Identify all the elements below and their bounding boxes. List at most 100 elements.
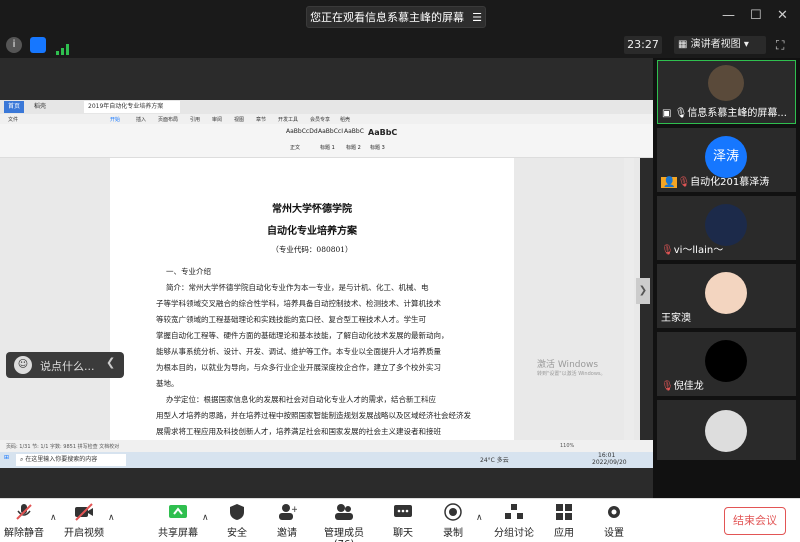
screen-share-icon: ▣ (662, 108, 675, 119)
breakout-button[interactable]: 分组讨论 (492, 503, 536, 539)
doc-section-heading: 一、专业介绍 (166, 267, 211, 276)
chevron-up-icon[interactable]: ∧ (202, 513, 209, 523)
avatar (705, 340, 747, 382)
participant-tile[interactable]: 🎙vi～llain～ (657, 196, 796, 260)
participant-tile[interactable]: 王家澳 (657, 264, 796, 328)
info-icon[interactable]: i (6, 37, 22, 53)
meeting-timer: 23:27 (624, 36, 662, 54)
status-info: 页码: 1/31 节: 1/1 字数: 9851 拼写检查 文档校对 (6, 444, 120, 450)
minimize-icon[interactable]: — (722, 8, 735, 23)
video-off-icon (74, 503, 94, 521)
mic-muted-icon: 🎙 (677, 177, 691, 188)
chat-quick-input[interactable]: ☺ 说点什么... ❮ (6, 352, 124, 378)
add-user-icon: + (277, 503, 299, 521)
tab-home[interactable]: 首页 (4, 101, 25, 113)
menu-docer[interactable]: 稻壳 (340, 116, 350, 123)
clock-date: 2022/09/20 (592, 459, 627, 466)
menu-member[interactable]: 会员专享 (310, 116, 330, 123)
chevron-up-icon[interactable]: ∧ (476, 513, 483, 523)
document-page[interactable]: 常州大学怀德学院 自动化专业培养方案 （专业代码：080801） 一、专业介绍 … (110, 158, 514, 440)
chat-button[interactable]: 聊天 (388, 503, 418, 539)
chevron-left-icon[interactable]: ❮ (106, 356, 115, 369)
chevron-down-icon: ▾ (740, 39, 749, 50)
taskbar-search[interactable]: ⌕ 在这里输入你要搜索的内容 (16, 454, 126, 466)
style-h1[interactable]: AaBbCcI (318, 128, 343, 135)
menu-reference[interactable]: 引用 (190, 116, 200, 123)
maximize-icon[interactable]: ☐ (750, 8, 762, 23)
vertical-scrollbar[interactable] (624, 158, 634, 440)
wps-status-bar: 页码: 1/31 节: 1/1 字数: 9851 拼写检查 文档校对 110% (0, 440, 653, 452)
shared-screen: 首页 稻壳 2019年自动化专业培养方案 文件 开始 插入 页面布局 引用 审阅… (0, 58, 653, 498)
breakout-icon (504, 503, 524, 521)
participant-tile[interactable]: 🎙倪佳龙 (657, 332, 796, 396)
menu-view[interactable]: 视图 (234, 116, 244, 123)
share-banner[interactable]: 您正在观看信息系慕主峰的屏幕 ☰ (306, 6, 486, 28)
apps-icon (554, 503, 574, 521)
participant-name: ▣ 🎙信息系慕主峰的屏幕... (662, 108, 787, 119)
style-h3[interactable]: AaBbC (368, 128, 397, 137)
speaker-view-button[interactable]: ▦ 演讲者视图 ▾ (674, 36, 766, 54)
style-h2[interactable]: AaBbC (344, 128, 364, 135)
mic-muted-icon: 🎙 (661, 245, 674, 256)
tab-docer[interactable]: 稻壳 (30, 101, 50, 113)
emoji-icon[interactable]: ☺ (14, 356, 32, 374)
panel-collapse-button[interactable]: ❯ (636, 278, 650, 304)
meeting-toolbar: 解除静音 ∧ 开启视频 ∧ 共享屏幕 ∧ 安全 + 邀请 管理成员(76) 聊天… (0, 498, 800, 542)
shield-icon[interactable] (30, 37, 46, 53)
menu-layout[interactable]: 页面布局 (158, 116, 178, 123)
user-icon: 👤 (661, 177, 678, 188)
avatar: 泽涛 (705, 136, 747, 178)
title-bar: 您正在观看信息系慕主峰的屏幕 ☰ — ☐ ✕ (0, 0, 800, 34)
apps-button[interactable]: 应用 (552, 503, 576, 539)
participant-tile[interactable]: ▣ 🎙信息系慕主峰的屏幕... (657, 60, 796, 124)
shield-icon (227, 503, 247, 521)
share-screen-button[interactable]: 共享屏幕 (158, 503, 198, 539)
signal-icon[interactable] (56, 40, 70, 55)
participant-name: 王家澳 (661, 313, 691, 324)
share-screen-icon (168, 503, 188, 521)
participant-tile[interactable] (657, 400, 796, 460)
record-button[interactable]: 录制 (438, 503, 468, 539)
participant-name: 🎙倪佳龙 (661, 381, 704, 392)
chevron-up-icon[interactable]: ∧ (108, 513, 115, 523)
clock-time: 16:01 (598, 452, 616, 459)
svg-text:+: + (291, 505, 297, 515)
members-icon (334, 503, 354, 521)
unmute-button[interactable]: 解除静音 (4, 503, 44, 539)
avatar (708, 65, 744, 101)
avatar (705, 272, 747, 314)
chat-icon (393, 503, 413, 521)
settings-button[interactable]: 设置 (602, 503, 626, 539)
close-icon[interactable]: ✕ (777, 8, 788, 23)
menu-insert[interactable]: 插入 (136, 116, 146, 123)
gear-icon (604, 503, 624, 521)
mic-icon: 🎙 (674, 108, 688, 119)
menu-dev[interactable]: 开发工具 (278, 116, 298, 123)
menu-review[interactable]: 审阅 (212, 116, 222, 123)
participant-tile[interactable]: 泽涛 👤 🎙自动化201慕泽涛 (657, 128, 796, 192)
security-button[interactable]: 安全 (222, 503, 252, 539)
menu-icon[interactable]: ☰ (472, 11, 482, 24)
tab-document[interactable]: 2019年自动化专业培养方案 (84, 101, 180, 113)
fullscreen-icon[interactable]: ⛶ (776, 38, 784, 53)
menu-chapter[interactable]: 章节 (256, 116, 266, 123)
invite-button[interactable]: + 邀请 (272, 503, 302, 539)
end-meeting-button[interactable]: 结束会议 (724, 507, 786, 535)
share-banner-text: 您正在观看信息系慕主峰的屏幕 (310, 11, 465, 24)
doc-title-school: 常州大学怀德学院 (272, 204, 352, 215)
start-video-button[interactable]: 开启视频 (64, 503, 104, 539)
zoom-level[interactable]: 110% (560, 443, 574, 449)
windows-start-icon[interactable]: ⊞ (4, 454, 9, 461)
windows-taskbar: ⊞ ⌕ 在这里输入你要搜索的内容 24°C 多云 16:01 2022/09/2… (0, 452, 653, 468)
manage-members-button[interactable]: 管理成员(76) (314, 503, 374, 542)
weather-info: 24°C 多云 (480, 457, 509, 464)
wps-ribbon: AaBbCcDd AaBbCcI AaBbC AaBbC 正文 标题 1 标题 … (0, 124, 653, 158)
style-normal[interactable]: AaBbCcDd (286, 128, 318, 135)
document-area: 常州大学怀德学院 自动化专业培养方案 （专业代码：080801） 一、专业介绍 … (0, 158, 640, 440)
menu-file[interactable]: 文件 (8, 116, 18, 123)
wps-menu-bar: 文件 开始 插入 页面布局 引用 审阅 视图 章节 开发工具 会员专享 稻壳 (0, 114, 653, 124)
menu-start[interactable]: 开始 (110, 116, 120, 123)
chat-placeholder: 说点什么... (40, 360, 95, 373)
chevron-up-icon[interactable]: ∧ (50, 513, 57, 523)
mic-muted-icon: 🎙 (661, 381, 674, 392)
